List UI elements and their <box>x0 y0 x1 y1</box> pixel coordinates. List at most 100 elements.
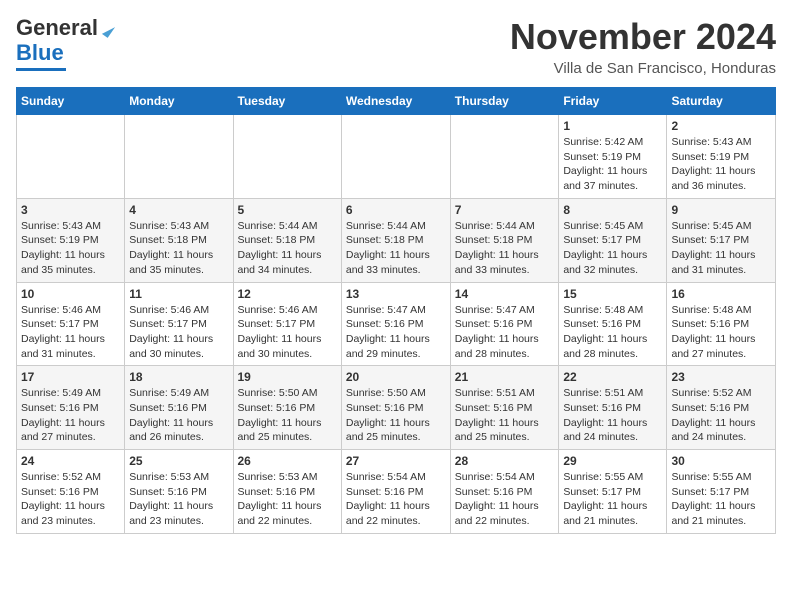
calendar-cell: 26 Sunrise: 5:53 AM Sunset: 5:16 PM Dayli… <box>233 450 341 534</box>
day-info: Sunrise: 5:47 AM Sunset: 5:16 PM Dayligh… <box>455 303 555 362</box>
day-number: 6 <box>346 203 446 217</box>
day-info: Sunrise: 5:42 AM Sunset: 5:19 PM Dayligh… <box>563 135 662 194</box>
calendar-cell: 13Sunrise: 5:47 AM Sunset: 5:16 PM Dayli… <box>341 282 450 366</box>
day-info: Sunrise: 5:53 AM Sunset: 5:16 PM Dayligh… <box>129 470 228 529</box>
day-info: Sunrise: 5:44 AM Sunset: 5:18 PM Dayligh… <box>346 219 446 278</box>
calendar-cell: 17Sunrise: 5:49 AM Sunset: 5:16 PM Dayli… <box>17 366 125 450</box>
day-info: Sunrise: 5:44 AM Sunset: 5:18 PM Dayligh… <box>455 219 555 278</box>
day-number: 7 <box>455 203 555 217</box>
day-number: 20 <box>346 370 446 384</box>
day-number: 25 <box>129 454 228 468</box>
logo: General Blue <box>16 16 112 71</box>
calendar-cell: 20 Sunrise: 5:50 AM Sunset: 5:16 PM Dayli… <box>341 366 450 450</box>
day-number: 30 <box>671 454 771 468</box>
day-info: Sunrise: 5:45 AM Sunset: 5:17 PM Dayligh… <box>563 219 662 278</box>
calendar-cell: 8 Sunrise: 5:45 AM Sunset: 5:17 PM Daylig… <box>559 198 667 282</box>
logo-arrow-icon <box>102 23 115 38</box>
title-area: November 2024 Villa de San Francisco, Ho… <box>510 16 776 77</box>
day-number: 28 <box>455 454 555 468</box>
calendar-cell: 25 Sunrise: 5:53 AM Sunset: 5:16 PM Dayli… <box>125 450 233 534</box>
day-info: Sunrise: 5:50 AM Sunset: 5:16 PM Dayligh… <box>346 386 446 445</box>
day-info: Sunrise: 5:45 AM Sunset: 5:17 PM Dayligh… <box>671 219 771 278</box>
day-number: 27 <box>346 454 446 468</box>
calendar-cell <box>233 115 341 199</box>
page-header: General Blue November 2024 Villa de San … <box>16 16 776 77</box>
logo-text-blue: Blue <box>16 40 64 66</box>
logo-text-general: General <box>16 15 98 40</box>
calendar-cell: 21Sunrise: 5:51 AM Sunset: 5:16 PM Dayli… <box>450 366 559 450</box>
calendar-cell: 23 Sunrise: 5:52 AM Sunset: 5:16 PM Dayli… <box>667 366 776 450</box>
calendar-header-row: SundayMondayTuesdayWednesdayThursdayFrid… <box>17 88 776 115</box>
calendar-week-3: 10 Sunrise: 5:46 AM Sunset: 5:17 PM Dayli… <box>17 282 776 366</box>
calendar-cell: 4 Sunrise: 5:43 AM Sunset: 5:18 PM Daylig… <box>125 198 233 282</box>
calendar-cell: 9 Sunrise: 5:45 AM Sunset: 5:17 PM Daylig… <box>667 198 776 282</box>
day-info: Sunrise: 5:46 AM Sunset: 5:17 PM Dayligh… <box>129 303 228 362</box>
calendar-cell: 12Sunrise: 5:46 AM Sunset: 5:17 PM Dayli… <box>233 282 341 366</box>
calendar-cell: 30 Sunrise: 5:55 AM Sunset: 5:17 PM Dayli… <box>667 450 776 534</box>
calendar-cell: 19 Sunrise: 5:50 AM Sunset: 5:16 PM Dayli… <box>233 366 341 450</box>
day-number: 4 <box>129 203 228 217</box>
day-info: Sunrise: 5:55 AM Sunset: 5:17 PM Dayligh… <box>563 470 662 529</box>
calendar-cell: 16Sunrise: 5:48 AM Sunset: 5:16 PM Dayli… <box>667 282 776 366</box>
calendar-week-2: 3 Sunrise: 5:43 AM Sunset: 5:19 PM Daylig… <box>17 198 776 282</box>
day-number: 1 <box>563 119 662 133</box>
day-info: Sunrise: 5:43 AM Sunset: 5:18 PM Dayligh… <box>129 219 228 278</box>
day-number: 21 <box>455 370 555 384</box>
day-number: 18 <box>129 370 228 384</box>
calendar-cell: 10Sunrise: 5:46 AM Sunset: 5:17 PM Dayli… <box>17 282 125 366</box>
day-info: Sunrise: 5:55 AM Sunset: 5:17 PM Dayligh… <box>671 470 771 529</box>
calendar-cell <box>17 115 125 199</box>
day-info: Sunrise: 5:53 AM Sunset: 5:16 PM Dayligh… <box>238 470 337 529</box>
location-subtitle: Villa de San Francisco, Honduras <box>510 60 776 77</box>
day-number: 11 <box>129 287 228 301</box>
day-number: 3 <box>21 203 120 217</box>
calendar-week-1: 1 Sunrise: 5:42 AM Sunset: 5:19 PM Daylig… <box>17 115 776 199</box>
calendar-cell: 29 Sunrise: 5:55 AM Sunset: 5:17 PM Dayli… <box>559 450 667 534</box>
day-info: Sunrise: 5:50 AM Sunset: 5:16 PM Dayligh… <box>238 386 337 445</box>
day-info: Sunrise: 5:52 AM Sunset: 5:16 PM Dayligh… <box>21 470 120 529</box>
day-number: 14 <box>455 287 555 301</box>
calendar-cell: 11 Sunrise: 5:46 AM Sunset: 5:17 PM Dayli… <box>125 282 233 366</box>
day-number: 19 <box>238 370 337 384</box>
calendar-cell: 3 Sunrise: 5:43 AM Sunset: 5:19 PM Daylig… <box>17 198 125 282</box>
day-number: 24 <box>21 454 120 468</box>
day-info: Sunrise: 5:51 AM Sunset: 5:16 PM Dayligh… <box>563 386 662 445</box>
calendar-cell: 6 Sunrise: 5:44 AM Sunset: 5:18 PM Daylig… <box>341 198 450 282</box>
day-info: Sunrise: 5:47 AM Sunset: 5:16 PM Dayligh… <box>346 303 446 362</box>
day-number: 2 <box>671 119 771 133</box>
weekday-header-wednesday: Wednesday <box>341 88 450 115</box>
day-number: 17 <box>21 370 120 384</box>
day-number: 29 <box>563 454 662 468</box>
calendar-week-5: 24 Sunrise: 5:52 AM Sunset: 5:16 PM Dayli… <box>17 450 776 534</box>
calendar-cell: 2 Sunrise: 5:43 AM Sunset: 5:19 PM Daylig… <box>667 115 776 199</box>
day-number: 10 <box>21 287 120 301</box>
calendar-cell: 14 Sunrise: 5:47 AM Sunset: 5:16 PM Dayli… <box>450 282 559 366</box>
day-info: Sunrise: 5:43 AM Sunset: 5:19 PM Dayligh… <box>671 135 771 194</box>
weekday-header-saturday: Saturday <box>667 88 776 115</box>
day-info: Sunrise: 5:54 AM Sunset: 5:16 PM Dayligh… <box>346 470 446 529</box>
calendar-cell: 15Sunrise: 5:48 AM Sunset: 5:16 PM Dayli… <box>559 282 667 366</box>
day-info: Sunrise: 5:43 AM Sunset: 5:19 PM Dayligh… <box>21 219 120 278</box>
logo-underline <box>16 68 66 71</box>
day-info: Sunrise: 5:54 AM Sunset: 5:16 PM Dayligh… <box>455 470 555 529</box>
day-number: 5 <box>238 203 337 217</box>
weekday-header-friday: Friday <box>559 88 667 115</box>
calendar-cell: 28 Sunrise: 5:54 AM Sunset: 5:16 PM Dayli… <box>450 450 559 534</box>
calendar-cell: 7 Sunrise: 5:44 AM Sunset: 5:18 PM Daylig… <box>450 198 559 282</box>
day-info: Sunrise: 5:52 AM Sunset: 5:16 PM Dayligh… <box>671 386 771 445</box>
weekday-header-monday: Monday <box>125 88 233 115</box>
calendar-cell: 22 Sunrise: 5:51 AM Sunset: 5:16 PM Dayli… <box>559 366 667 450</box>
calendar-week-4: 17Sunrise: 5:49 AM Sunset: 5:16 PM Dayli… <box>17 366 776 450</box>
day-number: 12 <box>238 287 337 301</box>
calendar-cell: 27 Sunrise: 5:54 AM Sunset: 5:16 PM Dayli… <box>341 450 450 534</box>
month-title: November 2024 <box>510 16 776 58</box>
day-number: 16 <box>671 287 771 301</box>
calendar-cell <box>341 115 450 199</box>
day-number: 26 <box>238 454 337 468</box>
day-number: 22 <box>563 370 662 384</box>
day-number: 9 <box>671 203 771 217</box>
day-info: Sunrise: 5:48 AM Sunset: 5:16 PM Dayligh… <box>563 303 662 362</box>
day-number: 8 <box>563 203 662 217</box>
day-number: 23 <box>671 370 771 384</box>
day-info: Sunrise: 5:44 AM Sunset: 5:18 PM Dayligh… <box>238 219 337 278</box>
